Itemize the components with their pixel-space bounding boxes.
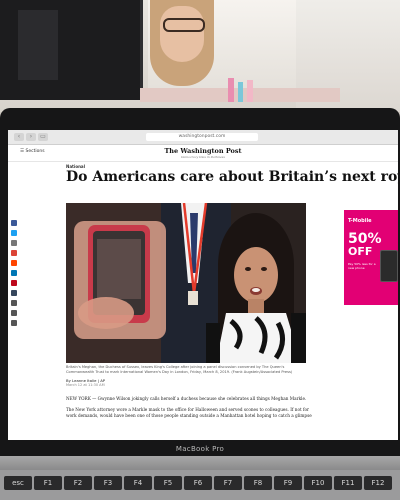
ad-discount-off: OFF	[348, 245, 373, 258]
sidebar-icon[interactable]: ▭	[38, 133, 48, 141]
tumblr-icon[interactable]	[11, 290, 17, 296]
keyboard-key[interactable]: F10	[304, 476, 332, 490]
article-paragraph: NEW YORK — Gwynne Wilson jokingly calls …	[66, 396, 307, 401]
browser-toolbar: ‹ › ▭ washingtonpost.com	[8, 130, 398, 145]
laptop-hinge	[0, 456, 400, 470]
article-date: March 12 at 11:30 AM	[66, 383, 105, 387]
article-paragraph: The New York attorney wore a Markle mask…	[66, 407, 312, 418]
keyboard-key[interactable]: F1	[34, 476, 62, 490]
google-plus-icon[interactable]	[11, 250, 17, 256]
article-headline: Do Americans care about Britain’s next r…	[66, 169, 398, 185]
linkedin-icon[interactable]	[11, 270, 17, 276]
ad-discount-number: 50%	[348, 231, 382, 247]
ad-fine-print: Pay 50% less for a new phone	[348, 262, 376, 270]
site-header: ☰ Sections The Washington Post Democracy…	[8, 145, 398, 162]
photo-caption: Britain's Meghan, the Duchess of Sussex,…	[66, 365, 293, 374]
keyboard-key[interactable]: F11	[334, 476, 362, 490]
back-button[interactable]: ‹	[14, 133, 24, 141]
comments-icon[interactable]	[11, 320, 17, 326]
keyboard-key[interactable]: F2	[64, 476, 92, 490]
background-bottle	[238, 82, 243, 102]
ad-phone-image	[380, 250, 398, 282]
keyboard-key[interactable]: F4	[124, 476, 152, 490]
forward-button[interactable]: ›	[26, 133, 36, 141]
reddit-icon[interactable]	[11, 260, 17, 266]
background-bottle	[228, 78, 234, 102]
background-bottle	[247, 80, 253, 102]
keyboard-key[interactable]: F3	[94, 476, 122, 490]
pinterest-icon[interactable]	[11, 280, 17, 286]
url-bar[interactable]: washingtonpost.com	[146, 133, 258, 141]
twitter-icon[interactable]	[11, 230, 17, 236]
ad-brand: T-Mobile	[348, 218, 372, 224]
article-photo	[66, 203, 306, 363]
facebook-icon[interactable]	[11, 220, 17, 226]
keyboard-key[interactable]: F9	[274, 476, 302, 490]
keyboard-key[interactable]: F6	[184, 476, 212, 490]
keyboard-key[interactable]: F12	[364, 476, 392, 490]
keyboard-key[interactable]: F5	[154, 476, 182, 490]
keyboard-key[interactable]: F7	[214, 476, 242, 490]
keyboard-key[interactable]: F8	[244, 476, 272, 490]
print-icon[interactable]	[11, 310, 17, 316]
background-person-glasses	[163, 18, 205, 32]
masthead-logo[interactable]: The Washington Post	[8, 147, 398, 155]
masthead-tagline: Democracy Dies in Darkness	[181, 155, 225, 159]
email-icon[interactable]	[11, 240, 17, 246]
keyboard-key[interactable]: esc	[4, 476, 32, 490]
photo-illustration	[66, 203, 306, 363]
background-person-face	[160, 6, 204, 62]
laptop-brand-label: MacBook Pro	[175, 445, 225, 453]
text-size-icon[interactable]	[11, 300, 17, 306]
monitor-glare	[18, 10, 58, 80]
url-text: washingtonpost.com	[178, 134, 226, 139]
laptop-screen: ‹ › ▭ washingtonpost.com ☰ Sections The …	[8, 130, 398, 440]
advertisement[interactable]: T-Mobile 50% OFF Pay 50% less for a new …	[344, 210, 398, 305]
